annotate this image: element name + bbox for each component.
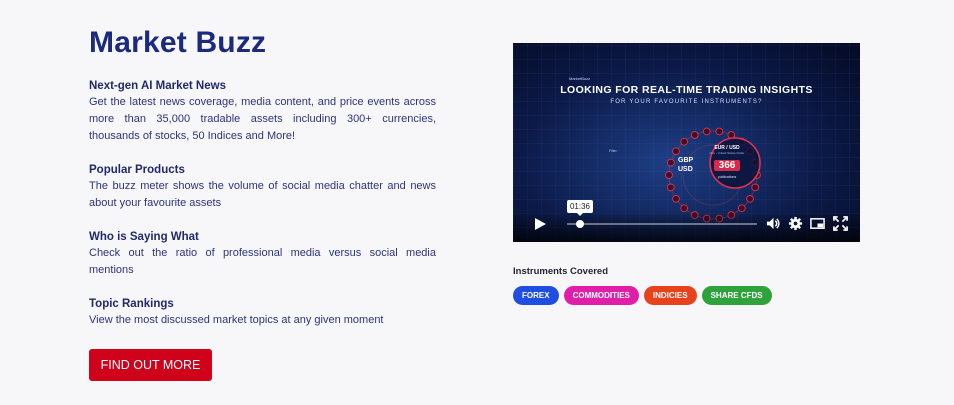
video-progress-bar[interactable] — [567, 220, 757, 228]
feature-heading: Who is Saying What — [89, 231, 199, 243]
orbit-dot — [672, 147, 680, 156]
play-icon[interactable] — [533, 217, 547, 231]
feature-description: Check out the ratio of professional medi… — [89, 247, 436, 276]
video-headline: LOOKING FOR REAL-TIME TRADING INSIGHTS — [560, 84, 813, 96]
tag-share-cfds[interactable]: SHARE CFDS — [701, 286, 772, 305]
video-controls-bar — [513, 210, 860, 242]
video-player[interactable]: MarketBuzz LOOKING FOR REAL-TIME TRADING… — [513, 43, 860, 242]
instrument-tags: FOREX COMMODITIES INDICIES SHARE CFDS — [513, 286, 772, 305]
picture-in-picture-icon[interactable] — [810, 216, 825, 231]
orbit-dot — [665, 171, 673, 179]
feature-popular-products: Popular Products The buzz meter shows th… — [89, 162, 436, 212]
orbit-dot — [746, 194, 754, 203]
find-out-more-button[interactable]: FIND OUT MORE — [89, 349, 212, 381]
orbit-dot — [751, 183, 760, 192]
video-pair-card: EUR / USD Nov - United States Dollar 366… — [709, 145, 745, 179]
volume-icon[interactable] — [766, 216, 781, 231]
feature-heading: Next-gen AI Market News — [89, 80, 226, 92]
content-column: Market Buzz Next-gen AI Market News Get … — [89, 26, 436, 329]
page-title: Market Buzz — [89, 26, 267, 59]
feature-news: Next-gen AI Market News Get the latest n… — [89, 78, 436, 145]
orbit-dot — [672, 194, 680, 203]
feature-description: The buzz meter shows the volume of socia… — [89, 180, 436, 209]
video-brand-logo: MarketBuzz — [569, 76, 591, 81]
instruments-covered-label: Instruments Covered — [513, 266, 609, 277]
tag-forex[interactable]: FOREX — [513, 286, 559, 305]
video-pair-left: GBP USD — [678, 157, 694, 173]
orbit-dot — [680, 137, 689, 146]
tag-commodities[interactable]: COMMODITIES — [563, 286, 639, 305]
fullscreen-icon[interactable] — [833, 216, 848, 231]
feature-heading: Popular Products — [89, 164, 185, 176]
orbit-dot — [715, 127, 724, 136]
video-timestamp-tooltip: 01:36 — [567, 200, 593, 216]
orbit-dot — [666, 158, 675, 167]
settings-gear-icon[interactable] — [788, 216, 803, 231]
tag-indicies[interactable]: INDICIES — [643, 286, 697, 305]
video-side-label: Filter — [609, 149, 617, 153]
feature-description: Get the latest news coverage, media cont… — [89, 96, 436, 142]
orbit-dot — [690, 131, 699, 139]
video-subheadline: FOR YOUR FAVOURITE INSTRUMENTS? — [610, 99, 763, 105]
feature-topic-rankings: Topic Rankings View the most discussed m… — [89, 296, 436, 329]
feature-description: View the most discussed market topics at… — [89, 314, 384, 326]
feature-who-is-saying: Who is Saying What Check out the ratio o… — [89, 229, 436, 279]
orbit-dot — [702, 127, 711, 136]
orbit-dot — [666, 183, 675, 192]
feature-heading: Topic Rankings — [89, 298, 174, 310]
